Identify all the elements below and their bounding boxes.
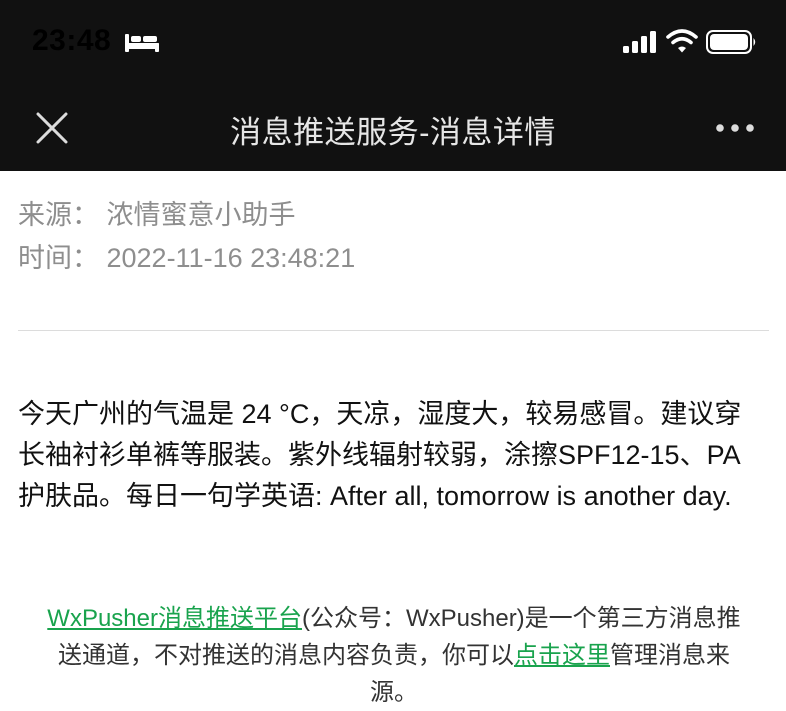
manage-source-link[interactable]: 点击这里 xyxy=(514,642,610,669)
message-body: 今天广州的气温是 24 °C，天凉，湿度大，较易感冒。建议穿长袖衬衫单裤等服装。… xyxy=(18,399,742,511)
wxpusher-link[interactable]: WxPusher消息推送平台 xyxy=(47,605,302,632)
signal-icon xyxy=(623,31,656,53)
battery-icon xyxy=(706,30,756,54)
page-title: 消息推送服务-消息详情 xyxy=(230,115,556,150)
footer-notice: WxPusher消息推送平台(公众号：WxPusher)是一个第三方消息推送通道… xyxy=(36,600,752,711)
more-icon[interactable] xyxy=(714,118,756,138)
bed-icon xyxy=(125,34,159,52)
wifi-icon xyxy=(666,29,698,53)
divider xyxy=(18,330,769,331)
status-time: 23:48 xyxy=(32,24,112,57)
message-time: 时间： 2022-11-16 23:48:21 xyxy=(18,243,356,273)
message-source: 来源： 浓情蜜意小助手 xyxy=(18,200,296,230)
